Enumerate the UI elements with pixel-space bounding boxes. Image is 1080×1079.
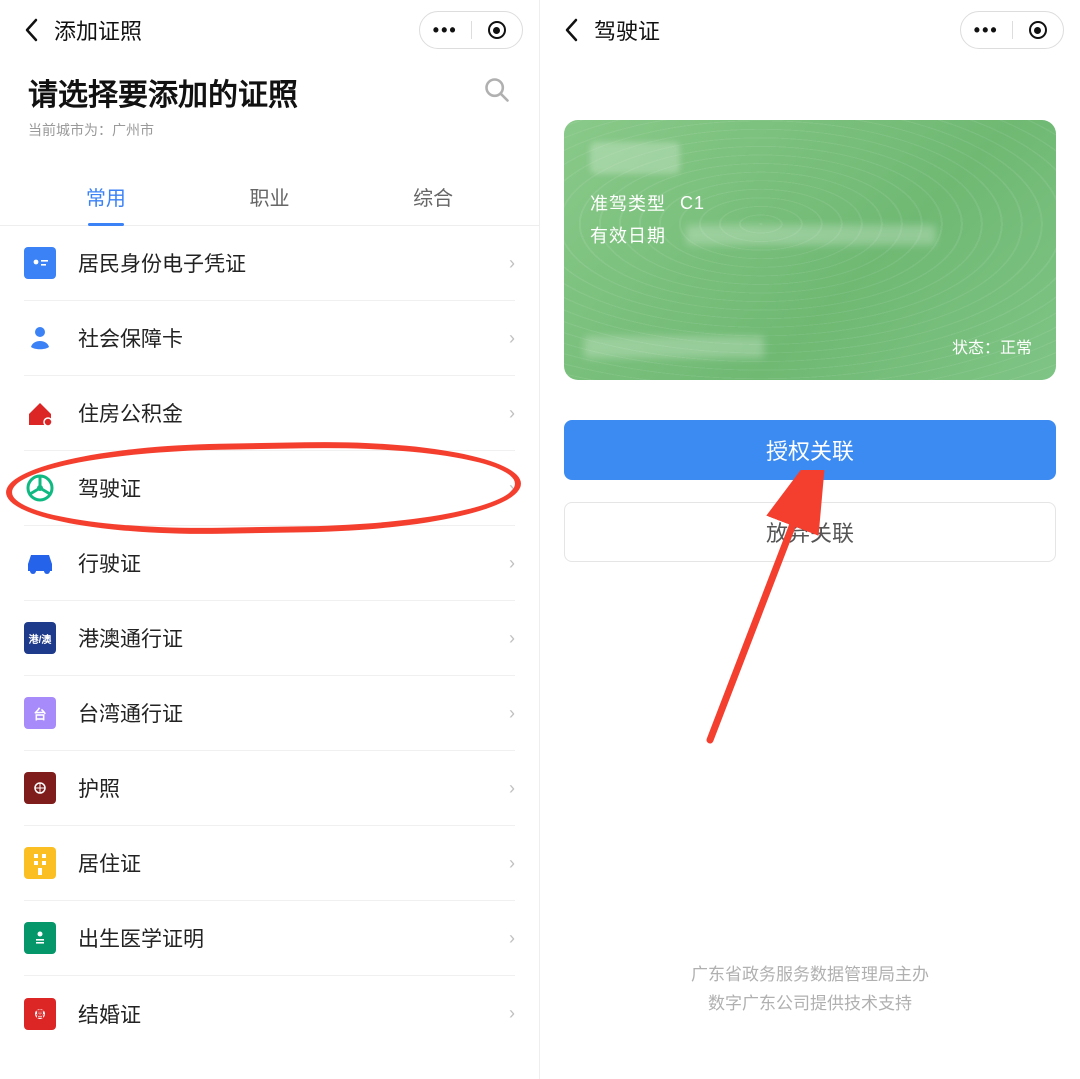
- social-security-icon: [24, 322, 56, 354]
- hkmo-permit-icon: 港/澳: [24, 622, 56, 654]
- chevron-left-icon: [564, 18, 578, 42]
- cert-label: 住房公积金: [78, 398, 509, 428]
- cert-item-drive-license[interactable]: 驾驶证 ›: [24, 451, 515, 526]
- cert-item-social-security[interactable]: 社会保障卡 ›: [24, 301, 515, 376]
- footer-line-2: 数字广东公司提供技术支持: [540, 990, 1080, 1019]
- abandon-link-button[interactable]: 放弃关联: [564, 502, 1056, 562]
- chevron-right-icon: ›: [509, 928, 515, 949]
- svg-text:喜: 喜: [35, 1008, 44, 1019]
- tab-general[interactable]: 综合: [351, 168, 515, 225]
- chevron-right-icon: ›: [509, 253, 515, 274]
- card-drive-type-row: 准驾类型 C1: [590, 190, 1030, 216]
- cert-list: 居民身份电子凭证 › 社会保障卡 › 住房公积金 › 驾驶证 ›: [0, 226, 539, 1051]
- city-prefix: 当前城市为：: [28, 122, 112, 138]
- cert-item-house-fund[interactable]: 住房公积金 ›: [24, 376, 515, 451]
- birth-cert-icon: [24, 922, 56, 954]
- cert-label: 驾驶证: [78, 473, 509, 503]
- capsule-menu-button[interactable]: •••: [961, 12, 1012, 48]
- tab-profession[interactable]: 职业: [188, 168, 352, 225]
- chevron-right-icon: ›: [509, 478, 515, 499]
- topbar-title: 驾驶证: [594, 14, 660, 46]
- cert-item-vehicle-license[interactable]: 行驶证 ›: [24, 526, 515, 601]
- card-number-redacted: [584, 336, 764, 358]
- cert-label: 居民身份电子凭证: [78, 248, 509, 278]
- footer-line-1: 广东省政务服务数据管理局主办: [540, 961, 1080, 990]
- card-holder-name-redacted: [590, 142, 680, 174]
- status-label: 状态：: [952, 340, 1000, 357]
- chevron-right-icon: ›: [509, 403, 515, 424]
- vehicle-license-icon: [24, 547, 56, 579]
- close-target-icon: [488, 21, 506, 39]
- cert-label: 居住证: [78, 848, 509, 878]
- cert-item-marriage-cert[interactable]: 喜 结婚证 ›: [24, 976, 515, 1051]
- drive-license-icon: [24, 472, 56, 504]
- topbar: 驾驶证 •••: [540, 0, 1080, 60]
- more-dots-icon: •••: [433, 21, 458, 39]
- house-fund-icon: [24, 397, 56, 429]
- cert-label: 出生医学证明: [78, 923, 509, 953]
- chevron-right-icon: ›: [509, 778, 515, 799]
- cert-label: 行驶证: [78, 548, 509, 578]
- cert-item-taiwan-permit[interactable]: 台 台湾通行证 ›: [24, 676, 515, 751]
- cert-label: 台湾通行证: [78, 698, 509, 728]
- search-button[interactable]: [483, 76, 511, 109]
- capsule-close-button[interactable]: [472, 12, 523, 48]
- chevron-right-icon: ›: [509, 853, 515, 874]
- miniapp-capsule: •••: [960, 11, 1064, 49]
- topbar-title: 添加证照: [54, 14, 142, 46]
- back-button[interactable]: [556, 15, 586, 45]
- chevron-right-icon: ›: [509, 628, 515, 649]
- cert-item-id-card[interactable]: 居民身份电子凭证 ›: [24, 226, 515, 301]
- taiwan-permit-icon: 台: [24, 697, 56, 729]
- drive-type-value: C1: [680, 193, 705, 214]
- cert-item-passport[interactable]: 护照 ›: [24, 751, 515, 826]
- passport-icon: [24, 772, 56, 804]
- footer-text: 广东省政务服务数据管理局主办 数字广东公司提供技术支持: [540, 961, 1080, 1019]
- card-status: 状态：正常: [952, 334, 1032, 358]
- tabs: 常用 职业 综合: [0, 168, 539, 226]
- card-valid-date-row: 有效日期: [590, 222, 1030, 248]
- capsule-close-button[interactable]: [1013, 12, 1064, 48]
- chevron-left-icon: [24, 18, 38, 42]
- valid-date-label: 有效日期: [590, 222, 666, 248]
- close-target-icon: [1029, 21, 1047, 39]
- city-name: 广州市: [112, 122, 154, 138]
- drive-type-label: 准驾类型: [590, 190, 666, 216]
- cert-label: 结婚证: [78, 999, 509, 1029]
- valid-date-redacted: [686, 225, 936, 245]
- residence-permit-icon: [24, 847, 56, 879]
- marriage-cert-icon: 喜: [24, 998, 56, 1030]
- chevron-right-icon: ›: [509, 328, 515, 349]
- topbar: 添加证照 •••: [0, 0, 539, 60]
- cert-label: 社会保障卡: [78, 323, 509, 353]
- capsule-menu-button[interactable]: •••: [420, 12, 471, 48]
- authorize-link-button[interactable]: 授权关联: [564, 420, 1056, 480]
- chevron-right-icon: ›: [509, 553, 515, 574]
- current-city: 当前城市为：广州市: [28, 120, 483, 140]
- license-card: 准驾类型 C1 有效日期 状态：正常: [564, 120, 1056, 380]
- miniapp-capsule: •••: [419, 11, 523, 49]
- more-dots-icon: •••: [974, 21, 999, 39]
- cert-item-birth-cert[interactable]: 出生医学证明 ›: [24, 901, 515, 976]
- cert-label: 护照: [78, 773, 509, 803]
- search-icon: [483, 76, 511, 104]
- page-title: 请选择要添加的证照: [28, 70, 483, 114]
- id-card-icon: [24, 247, 56, 279]
- cert-label: 港澳通行证: [78, 623, 509, 653]
- status-value: 正常: [1000, 340, 1032, 357]
- cert-item-hkmo-permit[interactable]: 港/澳 港澳通行证 ›: [24, 601, 515, 676]
- chevron-right-icon: ›: [509, 703, 515, 724]
- cert-item-residence-permit[interactable]: 居住证 ›: [24, 826, 515, 901]
- back-button[interactable]: [16, 15, 46, 45]
- chevron-right-icon: ›: [509, 1003, 515, 1024]
- tab-common[interactable]: 常用: [24, 168, 188, 225]
